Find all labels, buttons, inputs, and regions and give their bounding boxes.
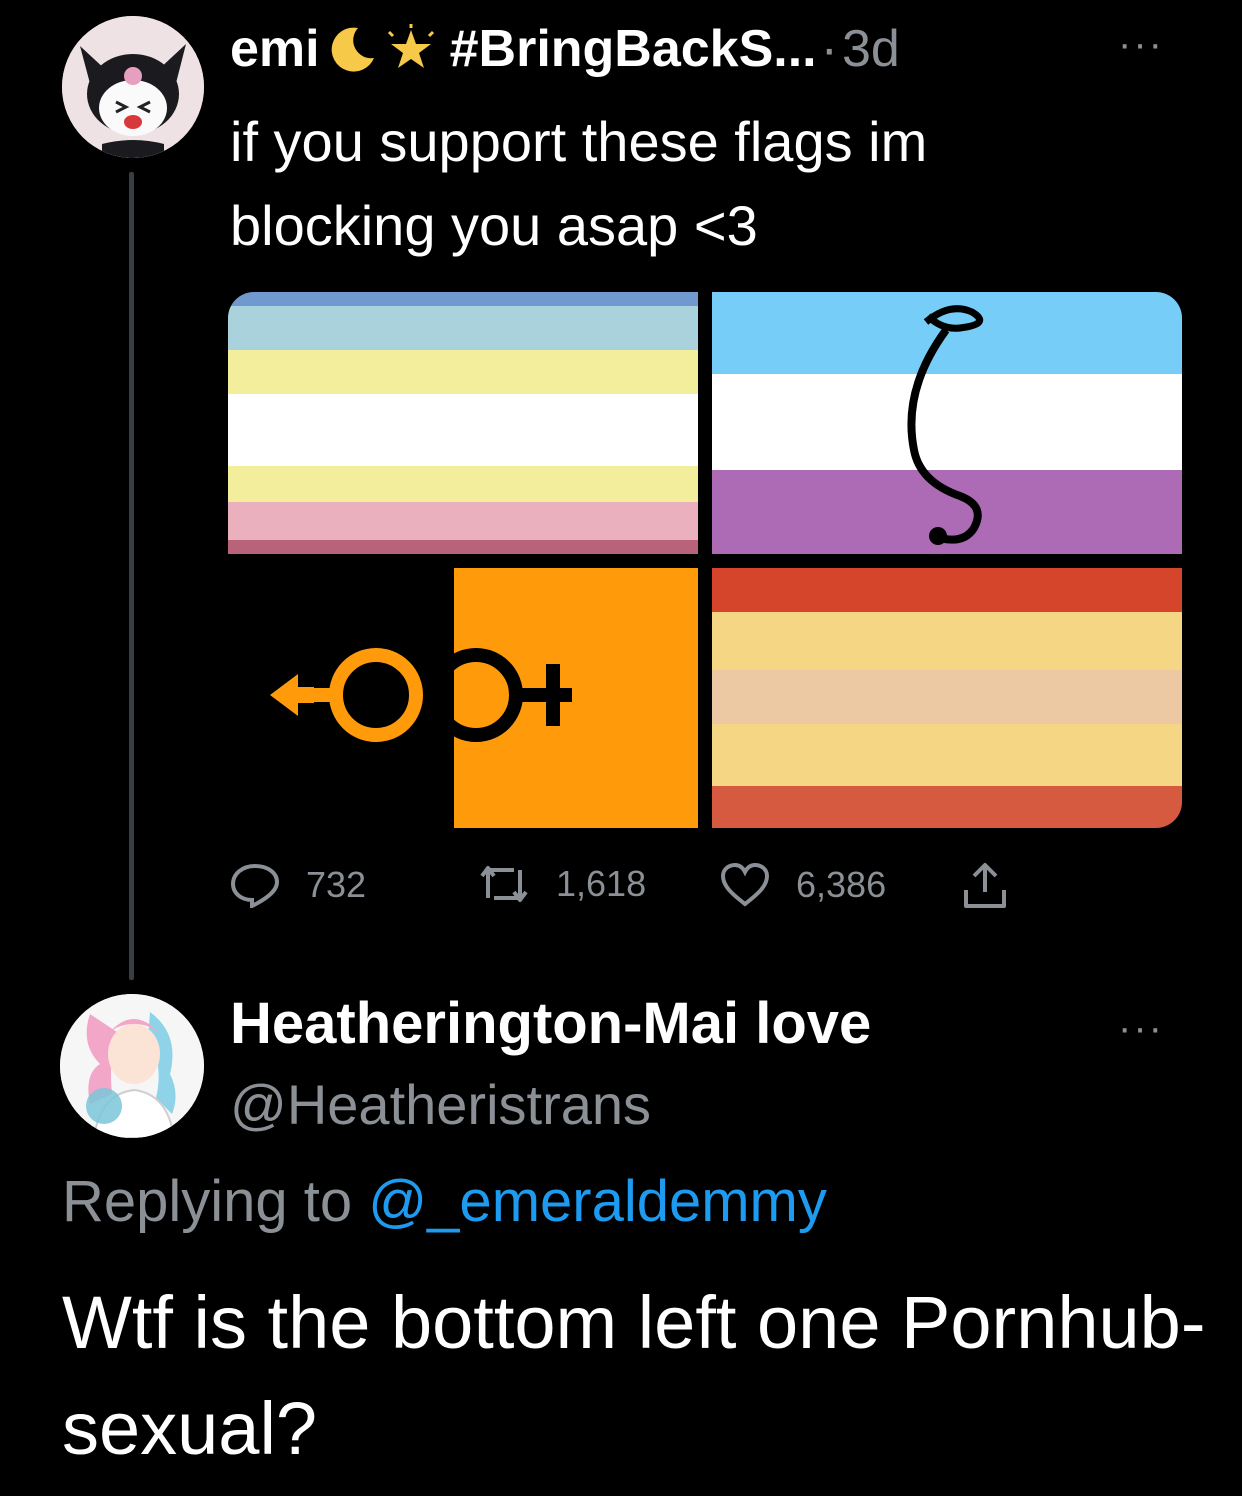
zeta-symbol-icon: [907, 305, 984, 545]
share-button[interactable]: [960, 862, 1036, 910]
retweet-icon: [480, 866, 528, 902]
author-name[interactable]: emi: [230, 19, 320, 79]
tweet-text: if you support these flags im blocking y…: [230, 110, 928, 257]
share-icon: [964, 863, 1006, 908]
tweet-media-grid[interactable]: [228, 292, 1182, 828]
replying-to-mention[interactable]: @_emeraldemmy: [368, 1169, 827, 1234]
retweet-button[interactable]: 1,618: [478, 862, 646, 906]
retweet-count: 1,618: [556, 863, 647, 904]
reply-author-name[interactable]: Heatherington-Mai love: [230, 990, 871, 1057]
reply-count: 732: [306, 864, 367, 905]
gender-infinity-symbol-icon: [270, 648, 572, 742]
reply-button[interactable]: 732: [230, 862, 366, 908]
heart-icon: [720, 862, 770, 907]
separator-dot: ·: [820, 20, 838, 78]
avatar-heatherington[interactable]: [60, 994, 204, 1138]
author-hashtag: #BringBackS...: [449, 20, 817, 78]
replying-to-line: Replying to @_emeraldemmy: [62, 1168, 827, 1235]
more-options-icon[interactable]: ···: [1118, 22, 1164, 67]
flag-bottom-right[interactable]: [712, 568, 1182, 828]
like-button[interactable]: 6,386: [720, 862, 886, 908]
tweet-header: emi #BringBackS... · 3d: [230, 14, 900, 84]
reply-text: Wtf is the bottom left one Pornhub-sexua…: [62, 1281, 1206, 1470]
flag-bottom-left[interactable]: [228, 568, 698, 828]
crescent-moon-icon: [328, 24, 378, 74]
reply-more-options-icon[interactable]: ···: [1118, 1006, 1164, 1051]
flag-top-right[interactable]: [712, 292, 1182, 554]
reply-icon: [230, 863, 280, 908]
like-count: 6,386: [796, 864, 887, 905]
avatar-emi[interactable]: [62, 16, 204, 158]
flag-top-left[interactable]: [228, 292, 698, 554]
replying-to-label: Replying to: [62, 1169, 353, 1234]
reply-author-handle[interactable]: @Heatheristrans: [230, 1072, 651, 1137]
tweet-timestamp[interactable]: 3d: [842, 19, 900, 79]
thread-connector-line: [129, 172, 134, 980]
glowing-star-icon: [386, 24, 436, 74]
